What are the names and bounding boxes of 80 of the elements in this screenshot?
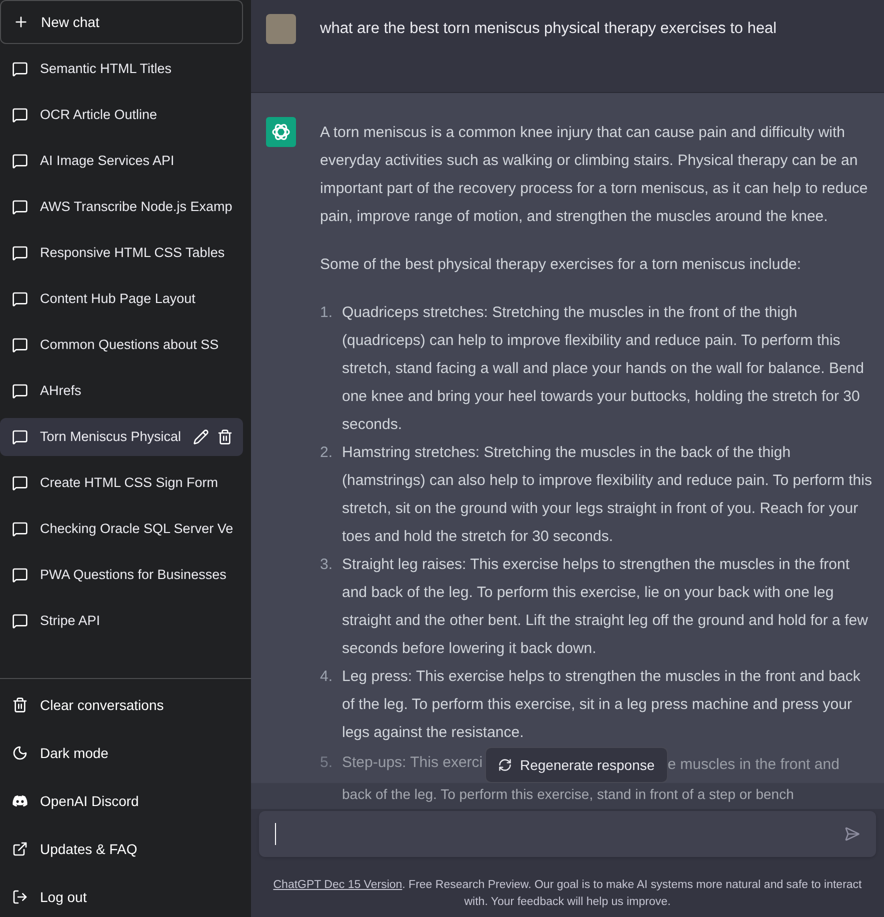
chat-bubble-icon: [12, 291, 28, 307]
avatar-placeholder: [266, 14, 296, 44]
chat-bubble-icon: [12, 245, 28, 261]
list-item: Quadriceps stretches: Stretching the muscles in the front of the thigh (quadriceps) can help to improve flexibility and reduce pain. To perform this stretch, stand facing a wall and place your hands on the wall for balance. Bend one knee and bring your heel towards your buttocks, holding the stretch for 30 seconds.: [342, 303, 865, 435]
conversation-item[interactable]: Semantic HTML Titles: [0, 50, 243, 88]
menu-item[interactable]: Clear conversations: [0, 685, 251, 725]
chat-bubble-icon: [12, 475, 28, 491]
menu-item[interactable]: Dark mode: [0, 733, 251, 773]
list-number: 3.: [320, 555, 334, 575]
menu-label: Clear conversations: [40, 696, 164, 714]
list-number: 4.: [320, 667, 334, 687]
menu-label: Dark mode: [40, 744, 108, 762]
external-link-icon: [12, 841, 28, 857]
trash-icon: [12, 697, 28, 713]
conversation-item[interactable]: AI Image Services API: [0, 142, 243, 180]
conversation-item[interactable]: Stripe API: [0, 602, 243, 640]
chat-bubble-icon: [12, 61, 28, 77]
conversation-title: Semantic HTML Titles: [40, 60, 172, 78]
conversation-item[interactable]: AHrefs: [0, 372, 243, 410]
version-link[interactable]: ChatGPT Dec 15 Version: [273, 879, 402, 891]
regenerate-button[interactable]: Regenerate response: [485, 747, 668, 783]
logout-icon: [12, 889, 28, 905]
conversation-title: AI Image Services API: [40, 152, 174, 170]
conversation-title: AWS Transcribe Node.js Examp: [40, 198, 232, 216]
menu-label: Log out: [40, 888, 87, 907]
conversation-item[interactable]: Content Hub Page Layout: [0, 280, 243, 318]
conversation-item[interactable]: Torn Meniscus Physical: [0, 418, 243, 456]
chat-bubble-icon: [12, 429, 28, 445]
chat-bubble-icon: [12, 199, 28, 215]
conversation-item[interactable]: PWA Questions for Businesses: [0, 556, 243, 594]
user-message: what are the best torn meniscus physical therapy exercises to heal: [320, 19, 777, 39]
list-number: 2.: [320, 443, 334, 463]
assistant-logo-icon: [266, 117, 296, 147]
conversation-item[interactable]: Common Questions about SS: [0, 326, 243, 364]
menu-item[interactable]: Updates & FAQ: [0, 829, 251, 869]
conversation-title: Responsive HTML CSS Tables: [40, 244, 225, 262]
chat-bubble-icon: [12, 337, 28, 353]
moon-icon: [12, 745, 28, 761]
list-item: Step-ups: This exerci: [342, 753, 483, 773]
conversation-item[interactable]: Create HTML CSS Sign Form: [0, 464, 243, 502]
conversation-item[interactable]: Responsive HTML CSS Tables: [0, 234, 243, 272]
trash-icon[interactable]: [217, 429, 234, 445]
conversation-title: Torn Meniscus Physical: [40, 428, 182, 446]
list-item: Hamstring stretches: Stretching the muscles in the back of the thigh (hamstrings) can also help to improve flexibility and reduce pain. To perform this stretch, sit on the ground with your legs straight in front of you. Reach for your toes and hold the stretch for 30 seconds.: [342, 443, 872, 547]
chat-bubble-icon: [12, 107, 28, 123]
chat-bubble-icon: [12, 383, 28, 399]
conversation-title: Stripe API: [40, 612, 100, 630]
conversation-item[interactable]: OCR Article Outline: [0, 96, 243, 134]
chat-bubble-icon: [12, 567, 28, 583]
answer-paragraph: A torn meniscus is a common knee injury that can cause pain and difficulty with everyday activities such as walking or climbing stairs. Physical therapy can be an important part of the recovery process for a torn meniscus, as it can help to reduce pain, improve range of motion, and strengthen the muscles around the knee.: [320, 123, 869, 227]
plus-icon: [13, 14, 29, 30]
list-item: Straight leg raises: This exercise helps to strengthen the muscles in the front and back of the leg. To perform this exercise, lie on your back with one leg straight and the other bent. Lift the straight leg off the ground and hold for a few seconds before lowering it back down.: [342, 555, 869, 659]
conversation-title: PWA Questions for Businesses: [40, 566, 226, 584]
refresh-icon: [498, 758, 512, 772]
footer-note: ChatGPT Dec 15 Version. Free Research Preview. Our goal is to make AI systems more natural and safe to interact with. Your feedback will help us improve.: [272, 878, 863, 910]
conversation-title: AHrefs: [40, 382, 82, 400]
chat-bubble-icon: [12, 613, 28, 629]
menu-label: Updates & FAQ: [40, 840, 138, 859]
conversation-item[interactable]: Checking Oracle SQL Server Ve: [0, 510, 243, 548]
answer-paragraph: Some of the best physical therapy exercises for a torn meniscus include:: [320, 255, 802, 275]
conversation-title: Content Hub Page Layout: [40, 290, 196, 308]
chat-bubble-icon: [12, 521, 28, 537]
list-item: e muscles in the front and: [668, 754, 840, 775]
edit-icon[interactable]: [193, 429, 210, 445]
list-number: 1.: [320, 303, 334, 323]
menu-item[interactable]: Log out: [0, 877, 251, 917]
menu-label: OpenAI Discord: [40, 792, 139, 811]
chat-bubble-icon: [12, 153, 28, 169]
conversation-title: Create HTML CSS Sign Form: [40, 474, 218, 492]
discord-icon: [12, 793, 28, 809]
conversation-title: OCR Article Outline: [40, 106, 158, 124]
list-item: Leg press: This exercise helps to strengthen the muscles in the front and back of the leg. To perform this exercise, sit in a leg press machine and press your legs against the resistance.: [342, 667, 862, 743]
conversation-item[interactable]: AWS Transcribe Node.js Examp: [0, 188, 243, 226]
send-icon[interactable]: [844, 826, 860, 842]
text-cursor: [275, 823, 276, 845]
menu-item[interactable]: OpenAI Discord: [0, 781, 251, 821]
conversation-title: Common Questions about SS: [40, 336, 219, 354]
new-chat-button[interactable]: New chat: [0, 0, 243, 44]
list-item: back of the leg. To perform this exercise, stand in front of a step or bench: [342, 786, 794, 802]
conversation-title: Checking Oracle SQL Server Ve: [40, 520, 234, 538]
